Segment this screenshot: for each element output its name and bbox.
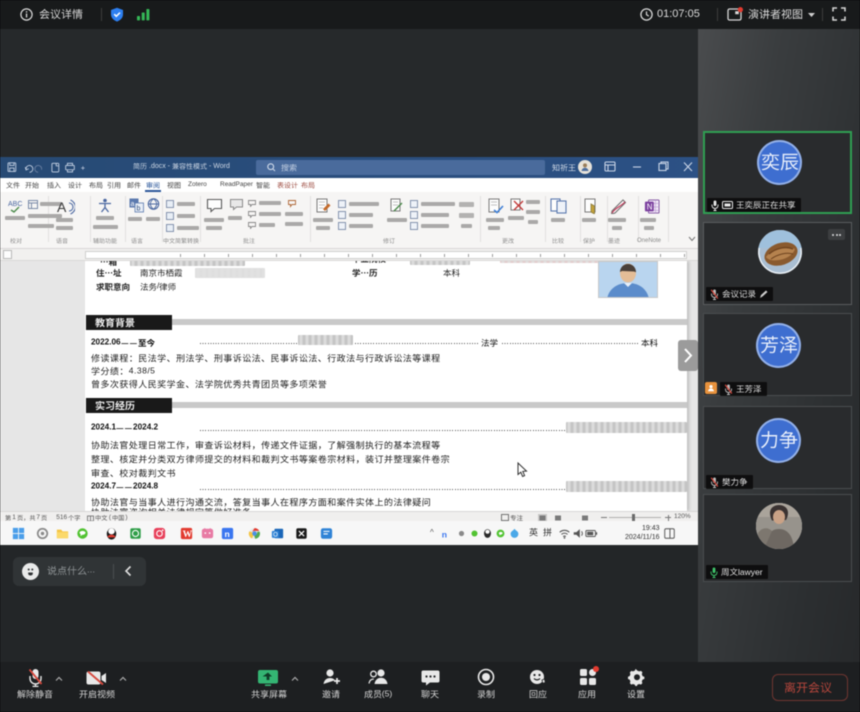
svg-text:A: A — [57, 199, 67, 215]
svg-text:a: a — [131, 201, 135, 208]
svg-text:O: O — [273, 533, 278, 539]
svg-text:ABC: ABC — [8, 201, 22, 208]
svg-text:W: W — [183, 530, 193, 540]
svg-text:N: N — [647, 203, 653, 212]
svg-text:n: n — [442, 529, 447, 539]
svg-text:b: b — [137, 206, 141, 213]
svg-text:n: n — [224, 529, 229, 539]
